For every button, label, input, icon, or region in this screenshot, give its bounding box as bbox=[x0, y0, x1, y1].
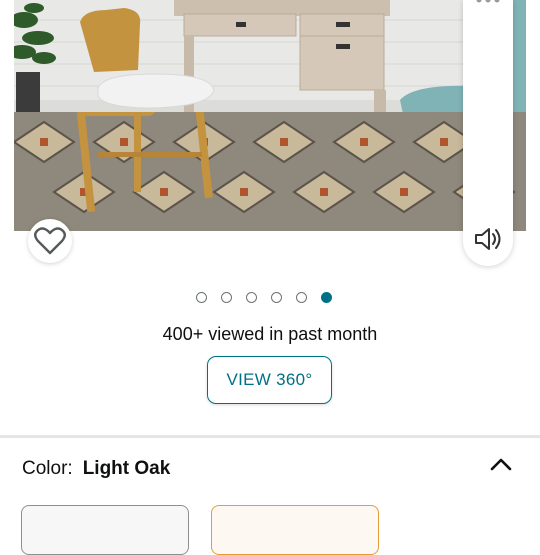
carousel-indicator bbox=[196, 292, 332, 308]
viewed-count-text: 400+ viewed in past month bbox=[162, 324, 378, 344]
image-actions-panel bbox=[463, 0, 513, 266]
color-selector-header[interactable]: Color: Light Oak bbox=[22, 458, 170, 480]
more-options-icon[interactable] bbox=[475, 0, 501, 5]
carousel-dot[interactable] bbox=[221, 292, 232, 303]
color-swatch-selected[interactable] bbox=[211, 505, 379, 555]
carousel-dot[interactable] bbox=[246, 292, 257, 303]
view-360-button[interactable]: VIEW 360° bbox=[207, 356, 332, 404]
color-label: Color: bbox=[22, 458, 73, 479]
speaker-icon bbox=[475, 228, 501, 250]
heart-icon bbox=[34, 227, 66, 255]
carousel-dot-active[interactable] bbox=[321, 292, 332, 303]
product-image[interactable] bbox=[14, 0, 526, 231]
wishlist-button[interactable] bbox=[28, 219, 72, 263]
carousel-dot[interactable] bbox=[196, 292, 207, 303]
chevron-up-icon[interactable] bbox=[489, 455, 513, 473]
chair-overlay bbox=[80, 8, 215, 109]
carousel-dot[interactable] bbox=[271, 292, 282, 303]
section-divider bbox=[0, 435, 540, 438]
volume-button[interactable] bbox=[473, 224, 503, 254]
color-swatch[interactable] bbox=[21, 505, 189, 555]
carousel-dot[interactable] bbox=[296, 292, 307, 303]
color-value: Light Oak bbox=[82, 458, 171, 479]
